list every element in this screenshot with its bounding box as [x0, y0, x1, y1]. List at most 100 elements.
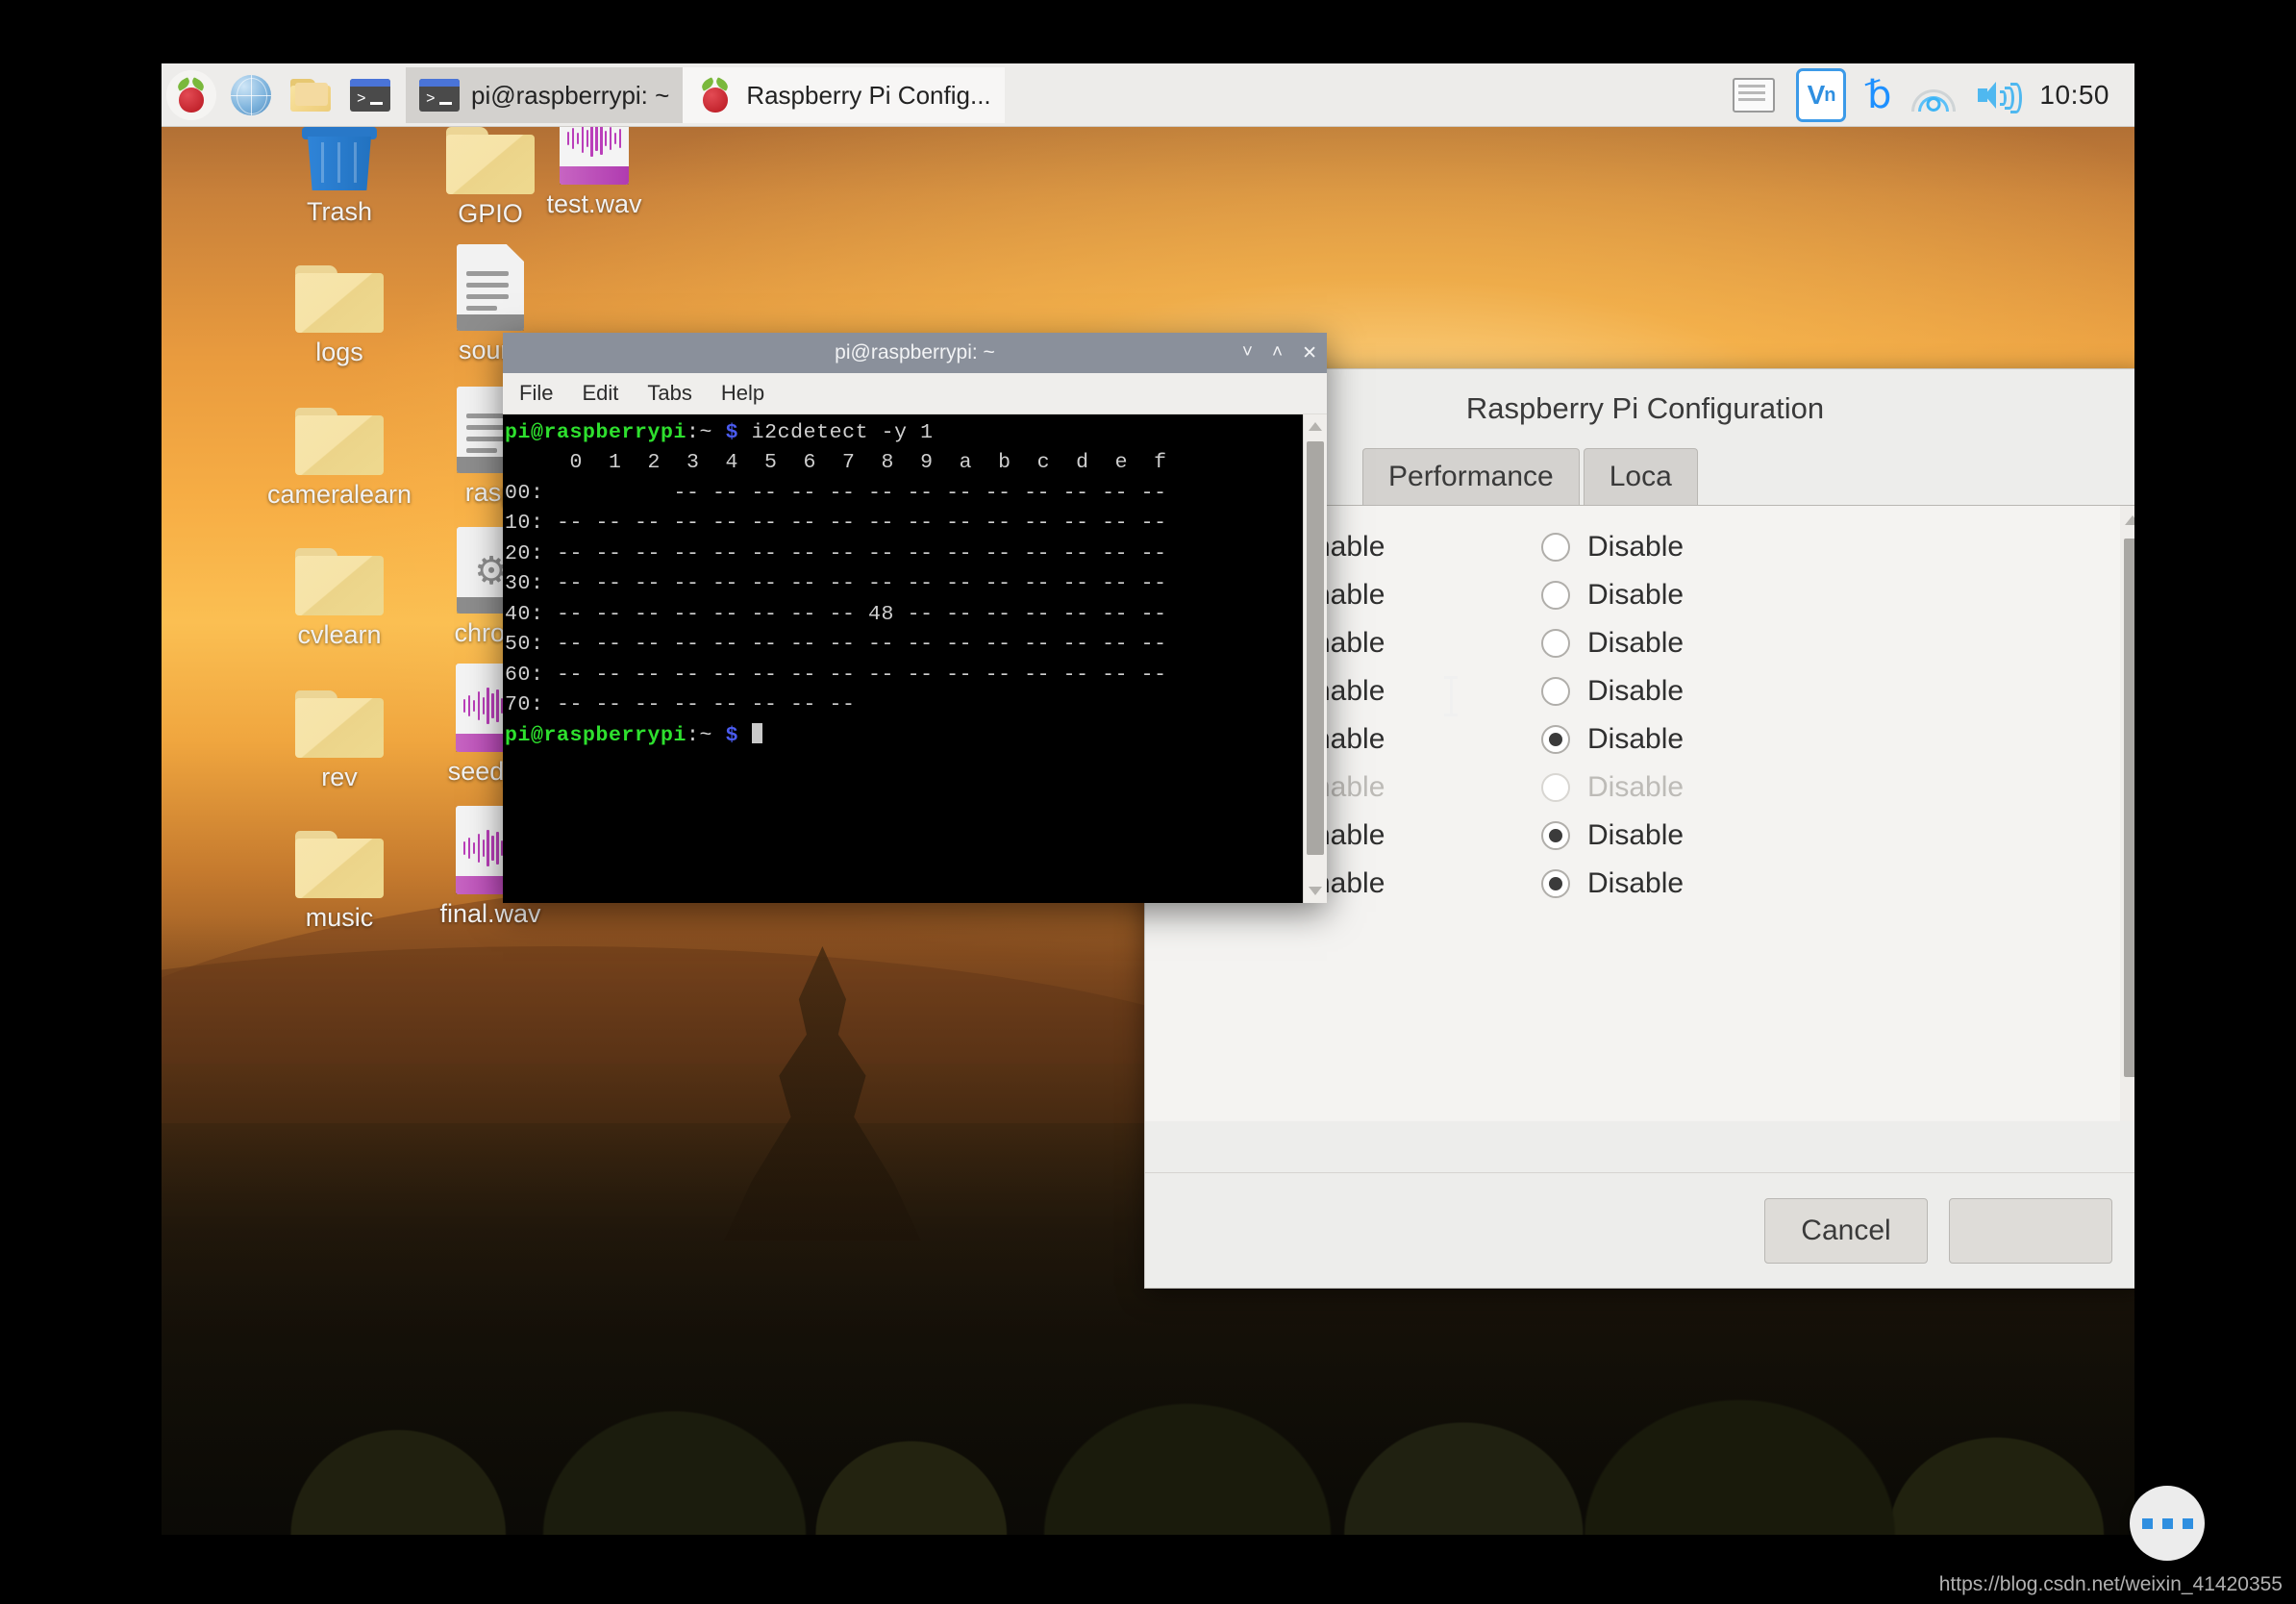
mouse-ibeam-cursor [1444, 676, 1458, 718]
bluetooth-icon[interactable]: ␢ [1867, 76, 1891, 114]
menu-help[interactable]: Help [721, 381, 764, 406]
text-cursor [752, 723, 762, 743]
i2c-row: 10: -- -- -- -- -- -- -- -- -- -- -- -- … [505, 512, 1167, 535]
minimize-icon[interactable]: ˅ [1242, 342, 1253, 363]
terminal-scrollbar[interactable] [1303, 414, 1327, 903]
keyboard-icon[interactable] [1733, 78, 1775, 113]
desktop-icon-rev[interactable]: rev [262, 665, 416, 792]
terminal-body[interactable]: pi@raspberrypi:~ $ i2cdetect -y 1 0 1 2 … [503, 414, 1327, 903]
raspberry-icon [166, 70, 216, 120]
disable-radio[interactable] [1541, 581, 1570, 610]
i2c-row: 50: -- -- -- -- -- -- -- -- -- -- -- -- … [505, 633, 1167, 656]
desktop-icon-cameralearn[interactable]: cameralearn [262, 383, 416, 510]
disable-radio[interactable] [1541, 533, 1570, 562]
terminal-command: i2cdetect -y 1 [752, 421, 934, 444]
taskbar-button-terminal[interactable]: > pi@raspberrypi: ~ [406, 67, 683, 123]
desktop-icon-label: cvlearn [262, 621, 416, 650]
desktop-icon-label: cameralearn [262, 481, 416, 510]
disable-label: Disable [1587, 723, 1684, 756]
terminal-window[interactable]: pi@raspberrypi: ~ ˅ ˄ ✕ File Edit Tabs H… [503, 333, 1327, 902]
disable-radio[interactable] [1541, 629, 1570, 658]
i2c-row: 70: -- -- -- -- -- -- -- -- [505, 693, 856, 716]
folder-icon [290, 79, 331, 112]
taskbar: > > pi@raspberrypi: ~ Raspberry Pi Confi… [162, 63, 2134, 127]
prompt-symbol: $ [726, 421, 739, 444]
folder-icon [262, 665, 416, 758]
enable-label: nable [1314, 627, 1541, 660]
menu-tabs[interactable]: Tabs [647, 381, 691, 406]
enable-label: nable [1314, 867, 1541, 900]
prompt-user: pi@raspberrypi [505, 421, 686, 444]
disable-radio [1541, 773, 1570, 802]
enable-label: nable [1314, 675, 1541, 708]
launcher-web-browser[interactable] [221, 67, 281, 123]
cancel-button[interactable]: Cancel [1764, 1198, 1928, 1264]
disable-label: Disable [1587, 531, 1684, 564]
more-options-icon[interactable] [2130, 1486, 2205, 1561]
scroll-up-arrow-icon[interactable] [2125, 515, 2134, 525]
prompt-path: :~ [686, 724, 712, 747]
scroll-down-arrow-icon[interactable] [1309, 887, 1322, 895]
disable-radio[interactable] [1541, 821, 1570, 850]
terminal-titlebar[interactable]: pi@raspberrypi: ~ ˅ ˄ ✕ [503, 333, 1327, 373]
desktop-icon-logs[interactable]: logs [262, 240, 416, 367]
terminal-output: pi@raspberrypi:~ $ i2cdetect -y 1 0 1 2 … [505, 418, 1302, 751]
i2c-row: 60: -- -- -- -- -- -- -- -- -- -- -- -- … [505, 664, 1167, 687]
scroll-up-arrow-icon[interactable] [1309, 422, 1322, 431]
i2c-row: 40: -- -- -- -- -- -- -- -- 48 -- -- -- … [505, 603, 1167, 626]
launcher-terminal[interactable]: > [340, 67, 400, 123]
tab-localisation[interactable]: Loca [1584, 448, 1698, 505]
disable-label: Disable [1587, 867, 1684, 900]
desktop-icon-label: rev [262, 764, 416, 792]
menu-edit[interactable]: Edit [582, 381, 618, 406]
enable-label: nable [1314, 819, 1541, 852]
launcher-file-manager[interactable] [281, 67, 340, 123]
desktop-icon-label: final.wav [413, 900, 567, 929]
watermark-text: https://blog.csdn.net/weixin_41420355 [1939, 1573, 2283, 1596]
volume-icon[interactable] [1976, 79, 2018, 112]
i2c-table-header: 0 1 2 3 4 5 6 7 8 9 a b c d e f [505, 451, 1167, 474]
i2c-row: 30: -- -- -- -- -- -- -- -- -- -- -- -- … [505, 572, 1167, 595]
desktop-icon-label: music [262, 904, 416, 933]
desktop-icon-label: Trash [262, 198, 416, 227]
wifi-icon[interactable] [1912, 79, 1955, 112]
disable-label: Disable [1587, 675, 1684, 708]
config-scrollbar[interactable] [2120, 506, 2134, 1121]
vnc-icon[interactable]: Vn [1796, 68, 1846, 122]
disable-radio[interactable] [1541, 869, 1570, 898]
raspberry-icon [696, 76, 735, 114]
close-icon[interactable]: ✕ [1302, 342, 1317, 364]
menu-button-raspberry[interactable] [162, 67, 221, 123]
terminal-icon: > [350, 79, 390, 112]
taskbar-button-label: pi@raspberrypi: ~ [471, 81, 669, 111]
prompt-path: :~ [686, 421, 712, 444]
disable-radio[interactable] [1541, 677, 1570, 706]
enable-label: nable [1314, 771, 1541, 804]
folder-icon [262, 240, 416, 333]
text-file-icon [413, 238, 567, 331]
scrollbar-thumb[interactable] [2124, 539, 2134, 1077]
disable-label: Disable [1587, 819, 1684, 852]
folder-icon [262, 523, 416, 615]
terminal-icon: > [419, 79, 460, 112]
scrollbar-thumb[interactable] [1307, 441, 1324, 855]
terminal-menubar: File Edit Tabs Help [503, 373, 1327, 414]
taskbar-button-raspi-config[interactable]: Raspberry Pi Config... [683, 67, 1004, 123]
tab-performance[interactable]: Performance [1362, 448, 1580, 505]
disable-label: Disable [1587, 579, 1684, 612]
desktop-icon-label: logs [262, 338, 416, 367]
menu-file[interactable]: File [519, 381, 553, 406]
maximize-icon[interactable]: ˄ [1272, 342, 1283, 363]
vnc-screen: Trash GPIO test.wav logs [162, 63, 2134, 1535]
i2c-row: 20: -- -- -- -- -- -- -- -- -- -- -- -- … [505, 542, 1167, 565]
desktop-icon-cvlearn[interactable]: cvlearn [262, 523, 416, 650]
clock[interactable]: 10:50 [2039, 80, 2109, 111]
globe-icon [231, 75, 271, 115]
ok-button[interactable] [1949, 1198, 2112, 1264]
disable-radio[interactable] [1541, 725, 1570, 754]
enable-label: nable [1314, 579, 1541, 612]
desktop-icon-music[interactable]: music [262, 806, 416, 933]
prompt-symbol: $ [726, 724, 739, 747]
prompt-user: pi@raspberrypi [505, 724, 686, 747]
enable-label: nable [1314, 531, 1541, 564]
